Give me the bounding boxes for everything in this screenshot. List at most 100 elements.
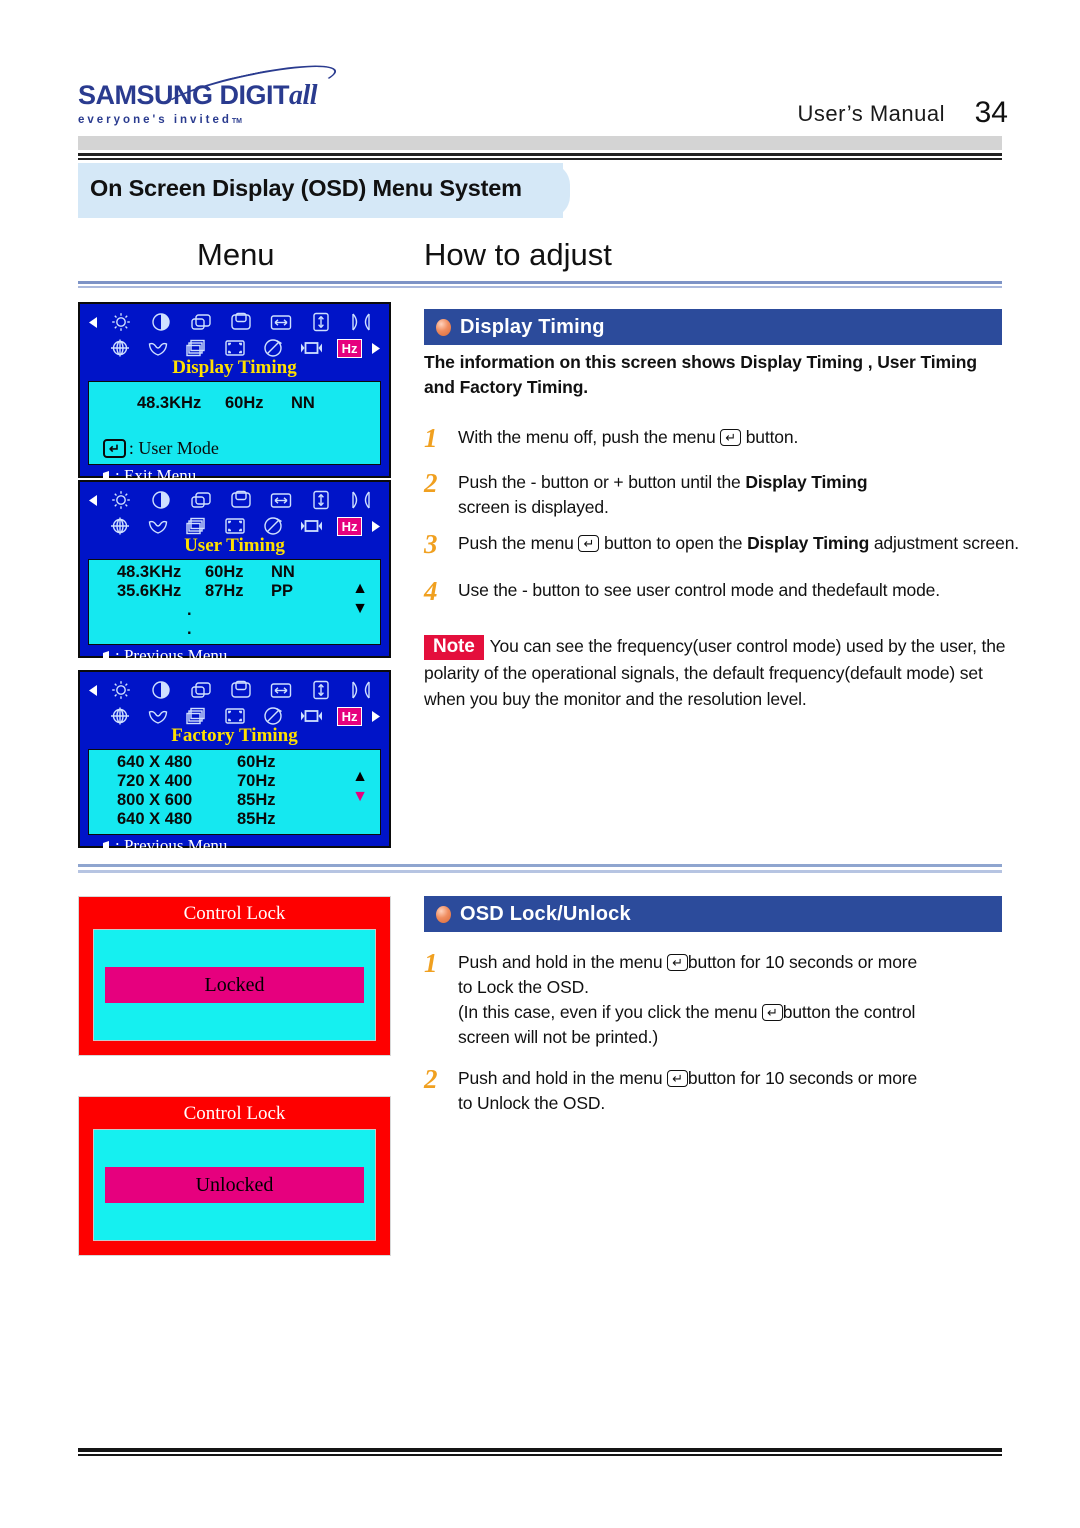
note-block: Note You can see the frequency(user contr… bbox=[424, 633, 1009, 712]
moire-icon[interactable] bbox=[177, 335, 215, 361]
pincushion-icon[interactable] bbox=[341, 309, 381, 335]
degauss-icon[interactable] bbox=[254, 513, 292, 539]
scroll-up-icon[interactable]: ▲ bbox=[352, 768, 368, 785]
scroll-down-icon[interactable]: ▼ bbox=[352, 600, 368, 617]
osd-footer-label: : Previous Menu bbox=[115, 836, 228, 855]
prev-page-arrow-icon[interactable] bbox=[86, 684, 101, 697]
v-position-icon[interactable] bbox=[221, 677, 261, 703]
enter-key-icon: ↵ bbox=[103, 439, 126, 458]
prev-page-arrow-icon[interactable] bbox=[86, 494, 101, 507]
step-text: Push and hold in the menu ↵ button for 10… bbox=[458, 1066, 917, 1116]
v-position-icon[interactable] bbox=[221, 309, 261, 335]
prev-page-arrow-icon[interactable] bbox=[86, 316, 101, 329]
moire-icon[interactable] bbox=[177, 703, 215, 729]
enter-key-icon: ↵ bbox=[761, 1004, 783, 1021]
osd-icon-row-2: Hz bbox=[86, 335, 383, 361]
enter-key-icon: ↵ bbox=[667, 954, 688, 971]
step-number: 2 bbox=[424, 468, 438, 498]
scroll-up-icon[interactable]: ▲ bbox=[352, 580, 368, 597]
pincushion-icon[interactable] bbox=[341, 487, 381, 513]
contrast-icon[interactable] bbox=[141, 487, 181, 513]
zoom-icon[interactable] bbox=[215, 513, 253, 539]
v-size-icon[interactable] bbox=[301, 309, 341, 335]
v-position-icon[interactable] bbox=[221, 487, 261, 513]
trapezoid-icon[interactable] bbox=[139, 335, 177, 361]
osd-value-row: . bbox=[89, 620, 380, 639]
osd-position-icon[interactable] bbox=[292, 513, 330, 539]
osd-icon-row-2: Hz bbox=[86, 513, 383, 539]
rotation-icon[interactable] bbox=[100, 703, 138, 729]
degauss-icon[interactable] bbox=[254, 335, 292, 361]
osd-value-row: 640 X 480 85Hz bbox=[89, 810, 380, 829]
osd-cell-polarity: NN bbox=[291, 394, 315, 412]
osd-icon-grid: Hz bbox=[80, 672, 389, 728]
contrast-icon[interactable] bbox=[141, 309, 181, 335]
step-number: 1 bbox=[424, 423, 438, 453]
h-position-icon[interactable] bbox=[181, 309, 221, 335]
section-divider-lower bbox=[78, 870, 1002, 873]
brightness-icon[interactable] bbox=[101, 677, 141, 703]
rotation-icon[interactable] bbox=[100, 513, 138, 539]
control-lock-title: Control Lock bbox=[183, 1103, 286, 1124]
pincushion-icon[interactable] bbox=[341, 677, 381, 703]
display-timing-hz-icon[interactable]: Hz bbox=[330, 513, 368, 539]
enter-key-icon: ↵ bbox=[578, 535, 600, 552]
osd-icon-row-2: Hz bbox=[86, 703, 383, 729]
osd-icon-grid: Hz bbox=[80, 482, 389, 538]
step-line-1a: Push and hold in the menu bbox=[458, 952, 668, 972]
v-size-icon[interactable] bbox=[301, 487, 341, 513]
display-timing-hz-icon[interactable]: Hz bbox=[330, 703, 368, 729]
zoom-icon[interactable] bbox=[215, 703, 253, 729]
h-position-icon[interactable] bbox=[181, 677, 221, 703]
samsung-logo: SAMSUNG DIGITall everyone's invitedTM bbox=[78, 56, 340, 126]
column-header-menu: Menu bbox=[197, 237, 275, 272]
step-item: 2 Push the - button or + button until th… bbox=[424, 470, 1004, 520]
next-page-arrow-icon[interactable] bbox=[369, 710, 383, 723]
h-size-icon[interactable] bbox=[261, 309, 301, 335]
h-size-icon[interactable] bbox=[261, 487, 301, 513]
trapezoid-icon[interactable] bbox=[139, 703, 177, 729]
brightness-icon[interactable] bbox=[101, 309, 141, 335]
scroll-down-icon[interactable]: ▼ bbox=[352, 788, 368, 805]
brightness-icon[interactable] bbox=[101, 487, 141, 513]
osd-value-row: 35.6KHz 87Hz PP bbox=[89, 582, 380, 601]
section-divider-upper bbox=[78, 864, 1002, 867]
h-position-icon[interactable] bbox=[181, 487, 221, 513]
osd-screen-display-timing: Hz Display Timing 48.3KHz 60Hz NN ↵ : Us… bbox=[78, 302, 391, 485]
osd-position-icon[interactable] bbox=[292, 703, 330, 729]
contrast-icon[interactable] bbox=[141, 677, 181, 703]
osd-position-icon[interactable] bbox=[292, 335, 330, 361]
logo-tm: TM bbox=[231, 118, 242, 125]
osd-screen-user-timing: Hz User Timing 48.3KHz 60Hz NN 35.6KHz 8… bbox=[78, 480, 391, 665]
moire-icon[interactable] bbox=[177, 513, 215, 539]
next-page-arrow-icon[interactable] bbox=[369, 342, 383, 355]
rotation-icon[interactable] bbox=[100, 335, 138, 361]
osd-enter-hint: ↵ : User Mode bbox=[103, 438, 219, 459]
osd-cell-refresh: 60Hz bbox=[205, 563, 244, 581]
degauss-icon[interactable] bbox=[254, 703, 292, 729]
step-text: Push the menu ↵ button to open the Displ… bbox=[458, 533, 1019, 553]
osd-cell-resolution: 720 X 400 bbox=[117, 772, 193, 790]
step-line-1b: button for 10 seconds or more bbox=[687, 952, 918, 972]
v-size-icon[interactable] bbox=[301, 677, 341, 703]
next-page-arrow-icon[interactable] bbox=[369, 520, 383, 533]
osd-icon-row-1 bbox=[86, 309, 383, 335]
step-text: With the menu off, push the menu ↵ butto… bbox=[458, 427, 799, 447]
osd-label: User Timing bbox=[184, 535, 285, 556]
display-timing-intro: The information on this screen shows Dis… bbox=[424, 352, 977, 397]
header-gray-band bbox=[78, 136, 1002, 150]
osd-icon-grid: Hz bbox=[80, 304, 389, 360]
trapezoid-icon[interactable] bbox=[139, 513, 177, 539]
osd-footer-label: : Previous Menu bbox=[115, 646, 228, 665]
display-timing-hz-icon[interactable]: Hz bbox=[330, 335, 368, 361]
osd-cell-refresh: 70Hz bbox=[237, 772, 276, 790]
control-lock-state: Locked bbox=[105, 967, 364, 1003]
page-title: On Screen Display (OSD) Menu System bbox=[90, 175, 522, 201]
osd-body: 48.3KHz 60Hz NN 35.6KHz 87Hz PP . . ▲ ▼ bbox=[88, 559, 381, 645]
zoom-icon[interactable] bbox=[215, 335, 253, 361]
h-size-icon[interactable] bbox=[261, 677, 301, 703]
logo-tagline-text: everyone's invited bbox=[78, 114, 232, 126]
heading-osd-lock-unlock: OSD Lock/Unlock bbox=[424, 896, 1002, 932]
footer-rule-thick bbox=[78, 1448, 1002, 1452]
column-header-howto: How to adjust bbox=[424, 237, 612, 272]
